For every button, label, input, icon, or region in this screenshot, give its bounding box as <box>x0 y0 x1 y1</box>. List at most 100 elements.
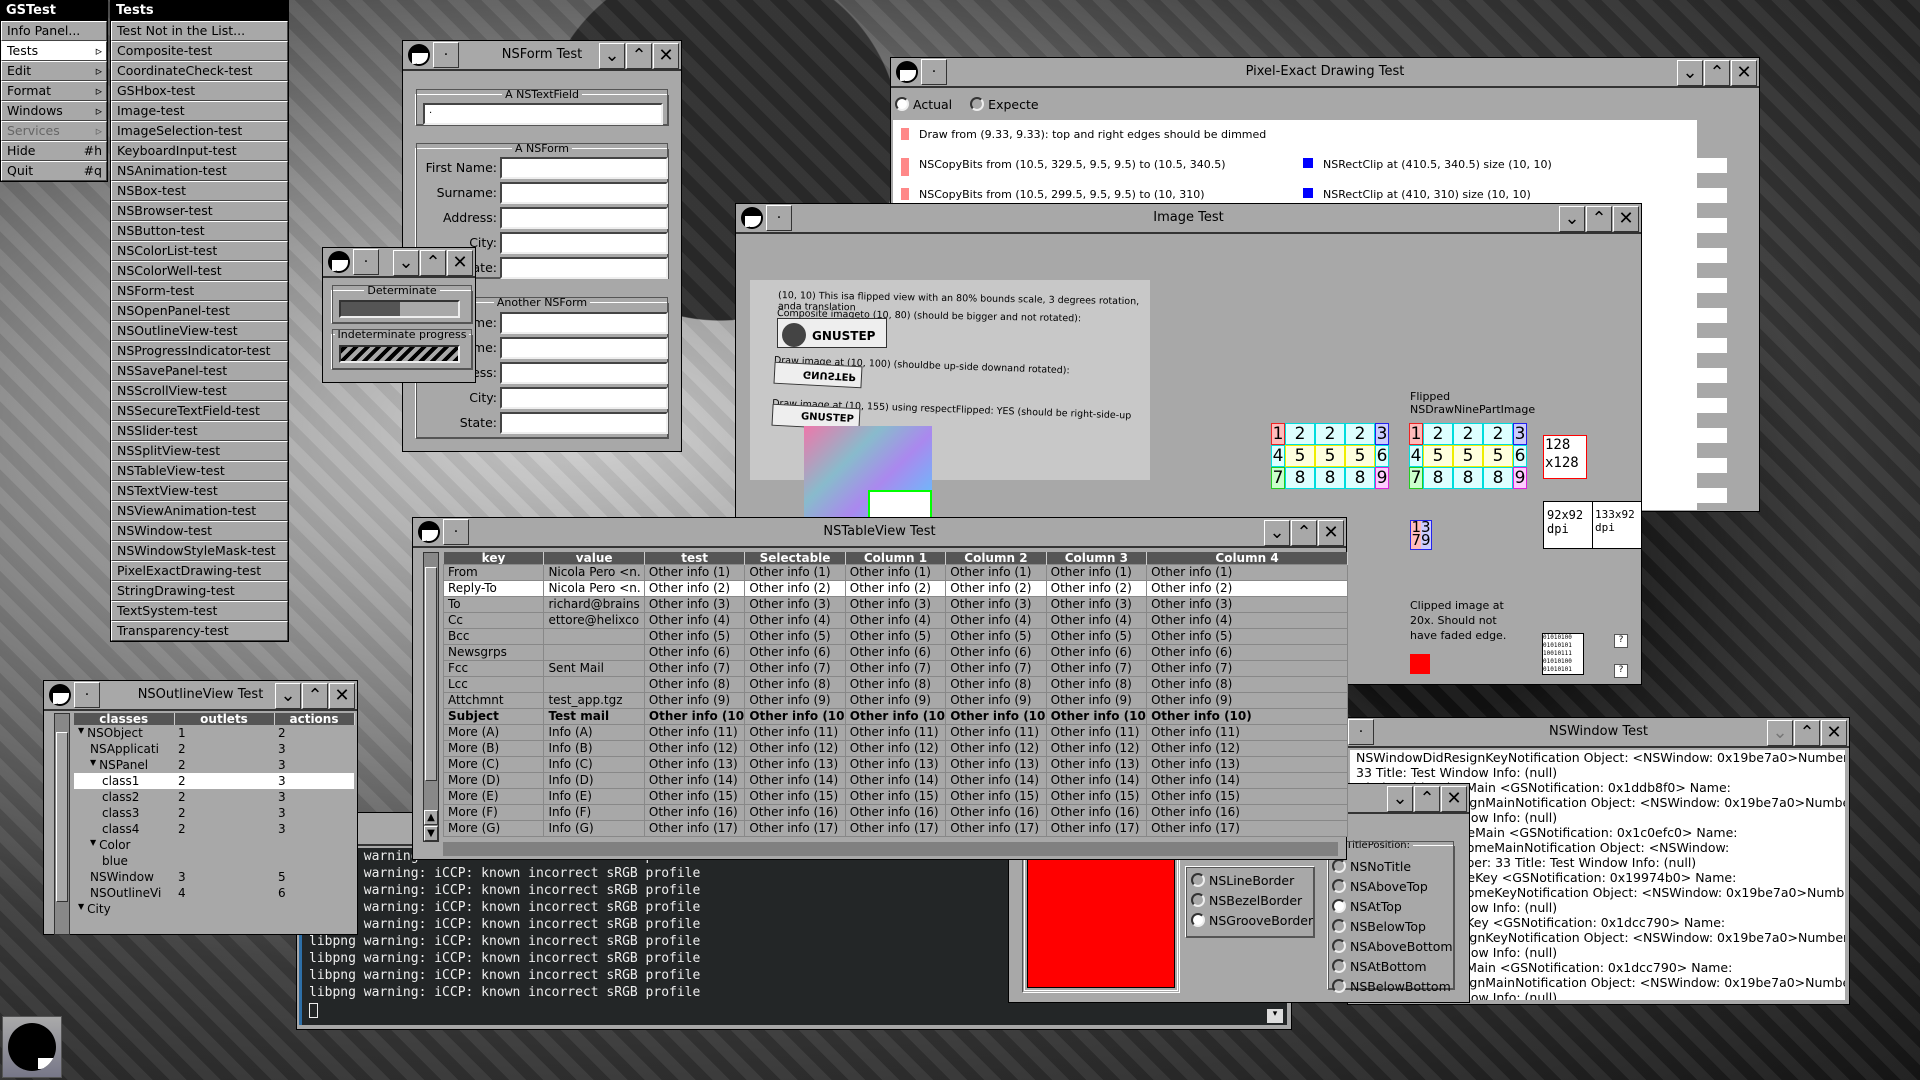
title-bar[interactable]: · ⌄ ⌃ ✕ <box>323 248 475 278</box>
title-bar[interactable]: · Image Test ⌄ ⌃ ✕ <box>736 204 1641 234</box>
cell-other-info[interactable]: Other info (3) <box>945 595 1047 613</box>
cell-other-info[interactable]: Other info (8) <box>844 675 947 693</box>
cell-other-info[interactable]: Other info (14) <box>643 771 746 789</box>
menu-item-test[interactable]: Test Not in the List... <box>111 21 288 41</box>
window-menu-button[interactable]: · <box>74 682 100 708</box>
outline-row[interactable]: class4 2 3 <box>74 821 354 837</box>
cell-other-info[interactable]: Other info (10) <box>744 707 846 725</box>
cell-outlets[interactable]: 2 <box>174 741 274 757</box>
cell-other-info[interactable]: Other info (13) <box>1146 755 1348 773</box>
cell-key[interactable]: Reply-To <box>442 579 545 597</box>
window-menu-button[interactable]: · <box>1348 719 1374 745</box>
cell-other-info[interactable]: Other info (4) <box>1045 611 1148 629</box>
cell-other-info[interactable]: Other info (10) <box>1045 707 1148 725</box>
radio-nsbezelborder[interactable]: NSBezelBorder <box>1191 890 1313 910</box>
minimize-button[interactable]: ⌄ <box>1767 720 1793 746</box>
cell-other-info[interactable]: Other info (8) <box>1146 675 1348 693</box>
cell-key[interactable]: More (A) <box>442 723 545 741</box>
table-row[interactable]: Lcc Other info (8) Other info (8) Other inf… <box>442 675 1348 693</box>
cell-other-info[interactable]: Other info (5) <box>844 627 947 645</box>
table-row[interactable]: More (D) Info (D) Other info (14) Other inf… <box>442 771 1348 789</box>
cell-key[interactable]: More (F) <box>442 803 545 821</box>
miniaturize-logo[interactable] <box>405 41 433 69</box>
cell-key[interactable]: More (D) <box>442 771 545 789</box>
cell-other-info[interactable]: Other info (15) <box>1045 787 1148 805</box>
cell-other-info[interactable]: Other info (7) <box>1045 659 1148 677</box>
cell-other-info[interactable]: Other info (9) <box>643 691 746 709</box>
window-menu-button[interactable]: · <box>921 59 947 85</box>
cell-other-info[interactable]: Other info (7) <box>1146 659 1348 677</box>
cell-other-info[interactable]: Other info (1) <box>945 563 1047 581</box>
title-bar[interactable]: · NSWindow Test ⌄ ⌃ ✕ <box>1348 718 1849 748</box>
cell-outlets[interactable]: 2 <box>174 757 274 773</box>
zoom-button[interactable]: ⌃ <box>626 43 652 69</box>
miniaturize-logo[interactable] <box>415 518 443 546</box>
menu-item-test[interactable]: ImageSelection-test <box>111 121 288 141</box>
column-header[interactable]: Selectable <box>744 552 846 564</box>
cell-other-info[interactable]: Other info (1) <box>1045 563 1148 581</box>
table-row[interactable]: More (F) Info (F) Other info (16) Other inf… <box>442 803 1348 821</box>
cell-outlets[interactable] <box>174 901 274 917</box>
cell-other-info[interactable]: Other info (7) <box>844 659 947 677</box>
cell-other-info[interactable]: Other info (1) <box>744 563 846 581</box>
cell-other-info[interactable]: Other info (5) <box>1045 627 1148 645</box>
column-header[interactable]: Column 1 <box>845 552 947 564</box>
cell-other-info[interactable]: Other info (7) <box>945 659 1047 677</box>
cell-value[interactable]: Info (D) <box>543 771 645 789</box>
menu-item-quit[interactable]: Quit #q <box>1 161 107 181</box>
window-menu-button[interactable]: · <box>353 249 379 275</box>
miniaturize-logo[interactable] <box>893 58 921 86</box>
menu-item-test[interactable]: NSOutlineView-test <box>111 321 288 341</box>
cell-value[interactable] <box>543 627 645 645</box>
vertical-scrollbar[interactable]: ▲ ▼ <box>423 552 439 842</box>
table-row[interactable]: More (A) Info (A) Other info (11) Other inf… <box>442 723 1348 741</box>
menu-item-test[interactable]: StringDrawing-test <box>111 581 288 601</box>
table-row[interactable]: Subject Test mail Other info (10) Other inf… <box>442 707 1348 725</box>
scroll-knob[interactable] <box>425 567 437 781</box>
cell-key[interactable]: More (B) <box>442 739 545 757</box>
menu-item-test[interactable]: KeyboardInput-test <box>111 141 288 161</box>
menu-item-test[interactable]: Composite-test <box>111 41 288 61</box>
cell-outlets[interactable]: 4 <box>174 885 274 901</box>
form-field[interactable] <box>500 157 668 179</box>
radio-nsnotitle[interactable]: NSNoTitle <box>1332 856 1453 876</box>
cell-key[interactable]: More (C) <box>442 755 545 773</box>
cell-other-info[interactable]: Other info (11) <box>1045 723 1148 741</box>
cell-other-info[interactable]: Other info (4) <box>744 611 846 629</box>
close-button[interactable]: ✕ <box>329 683 355 709</box>
miniaturize-logo[interactable] <box>738 204 766 232</box>
radio-nsabovebottom[interactable]: NSAboveBottom <box>1332 936 1453 956</box>
cell-other-info[interactable]: Other info (17) <box>1146 819 1348 837</box>
cell-other-info[interactable]: Other info (9) <box>844 691 947 709</box>
outline-row[interactable]: class1 2 3 <box>74 773 354 789</box>
cell-other-info[interactable]: Other info (5) <box>744 627 846 645</box>
cell-other-info[interactable]: Other info (5) <box>945 627 1047 645</box>
menu-item-tests[interactable]: Tests ▹ <box>1 41 107 61</box>
title-bar[interactable]: · NSTableView Test ⌄ ⌃ ✕ <box>413 518 1346 548</box>
zoom-button[interactable]: ⌃ <box>1414 786 1440 812</box>
menu-item-test[interactable]: PixelExactDrawing-test <box>111 561 288 581</box>
outline-row[interactable]: NSWindow 3 5 <box>74 869 354 885</box>
cell-other-info[interactable]: Other info (17) <box>945 819 1047 837</box>
cell-other-info[interactable]: Other info (12) <box>1146 739 1348 757</box>
cell-key[interactable]: Newsgrps <box>442 643 545 661</box>
cell-other-info[interactable]: Other info (9) <box>1045 691 1148 709</box>
cell-other-info[interactable]: Other info (15) <box>844 787 947 805</box>
cell-other-info[interactable]: Other info (15) <box>643 787 746 805</box>
cell-other-info[interactable]: Other info (2) <box>844 579 947 597</box>
cell-other-info[interactable]: Other info (12) <box>744 739 846 757</box>
cell-other-info[interactable]: Other info (3) <box>1045 595 1148 613</box>
menu-item-format[interactable]: Format ▹ <box>1 81 107 101</box>
outline-row[interactable]: class2 2 3 <box>74 789 354 805</box>
cell-other-info[interactable]: Other info (2) <box>1045 579 1148 597</box>
cell-other-info[interactable]: Other info (7) <box>643 659 746 677</box>
table-row[interactable]: Newsgrps Other info (6) Other info (6) Othe… <box>442 643 1348 661</box>
cell-other-info[interactable]: Other info (11) <box>844 723 947 741</box>
cell-key[interactable]: Lcc <box>442 675 545 693</box>
menu-item-test[interactable]: CoordinateCheck-test <box>111 61 288 81</box>
outline-row[interactable]: ▼ NSObject 1 2 <box>74 725 354 741</box>
cell-class[interactable]: class3 <box>74 805 174 821</box>
menu-item-test[interactable]: NSTextView-test <box>111 481 288 501</box>
cell-other-info[interactable]: Other info (2) <box>643 579 746 597</box>
window-menu-button[interactable]: · <box>443 519 469 545</box>
